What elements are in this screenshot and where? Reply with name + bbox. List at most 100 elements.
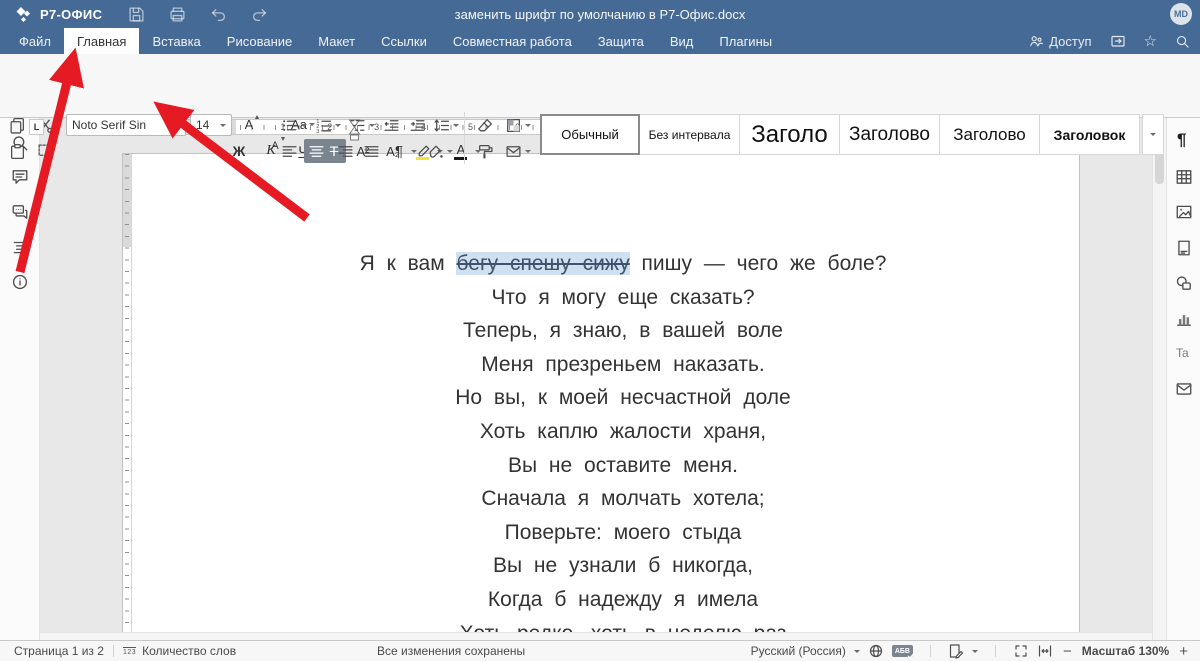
paragraph-settings-icon[interactable]: ¶ [1177,130,1186,150]
document-text[interactable]: Я к вам бегу спешу сижу пишу — чего же б… [235,247,1011,650]
page-color-dropdown[interactable] [524,114,532,136]
fit-width-icon[interactable] [1037,643,1053,659]
justify-icon [363,143,380,160]
doc-line: Что я могу еще сказать? [235,281,1011,315]
access-button[interactable]: Доступ [1029,34,1091,49]
mail-merge-dropdown[interactable] [524,140,532,162]
language-selector[interactable]: Русский (Россия) [751,644,846,658]
bold-button[interactable]: Ж [228,140,250,162]
fit-page-icon[interactable] [1013,643,1029,659]
tab-home[interactable]: Главная [64,28,139,54]
word-count-label[interactable]: Количество слов [142,644,236,658]
mail-merge-button[interactable] [502,140,524,162]
align-right-button[interactable] [334,140,356,162]
page-color-button[interactable] [502,114,524,136]
about-info-icon[interactable] [11,273,29,291]
chevron-down-icon [525,150,531,153]
decrease-indent-button[interactable] [380,114,402,136]
tab-view[interactable]: Вид [657,28,707,54]
app-name: Р7-ОФИС [40,7,102,22]
font-size-select[interactable]: 14 [190,114,232,136]
header-footer-settings-icon[interactable] [1175,239,1193,257]
style-heading2[interactable]: Заголово [840,114,940,155]
chat-icon[interactable] [11,203,29,221]
align-center-button[interactable] [304,139,328,163]
justify-button[interactable] [360,140,382,162]
align-left-icon [281,143,298,160]
doc-line: Меня презреньем наказать. [235,348,1011,382]
copy-button[interactable] [6,114,28,136]
tab-file[interactable]: Файл [6,28,64,54]
tab-collaboration[interactable]: Совместная работа [440,28,585,54]
doc-line: Вы не узнали б никогда, [235,549,1011,583]
numbered-list-dropdown[interactable] [334,114,342,136]
line-spacing-dropdown[interactable] [452,114,460,136]
spellcheck-button[interactable]: АБВ [892,645,913,657]
undo-icon[interactable] [210,6,227,23]
formatting-marks-dropdown[interactable] [410,140,418,162]
navigation-headings-icon[interactable] [11,238,29,256]
select-all-button[interactable] [34,140,56,162]
horizontal-scrollbar[interactable] [40,632,1152,640]
image-settings-icon[interactable] [1175,203,1193,221]
zoom-in-button[interactable]: + [1177,643,1190,660]
numbered-list-button[interactable]: 123 [312,114,334,136]
table-settings-icon[interactable] [1175,168,1193,186]
multilevel-list-button[interactable] [346,114,368,136]
document-page[interactable]: Я к вам бегу спешу сижу пишу — чего же б… [122,153,1080,640]
formatting-marks-button[interactable]: ¶ [388,140,410,162]
open-file-location-icon[interactable] [1110,33,1126,49]
paste-button[interactable] [6,140,28,162]
zoom-level[interactable]: Масштаб 130% [1082,644,1169,658]
save-icon[interactable] [128,6,145,23]
comments-icon[interactable] [11,168,29,186]
increase-font-size-button[interactable]: A [238,113,260,135]
style-heading1[interactable]: Заголо [740,114,840,155]
favorites-star-icon[interactable]: ☆ [1144,34,1157,49]
vertical-ruler[interactable] [123,154,132,640]
bullet-list-dropdown[interactable] [300,114,308,136]
set-language-globe-icon[interactable] [868,643,884,659]
shading-dropdown[interactable] [446,140,454,162]
tab-protection[interactable]: Защита [585,28,657,54]
copy-style-button[interactable] [474,140,496,162]
avatar[interactable]: MD [1170,3,1192,25]
textart-settings-icon[interactable]: Ta [1176,346,1189,360]
print-icon[interactable] [169,6,186,23]
shading-button[interactable] [424,140,446,162]
text-run: Теперь, я знаю, в вашей воле [463,319,783,342]
shape-settings-icon[interactable] [1175,274,1193,292]
tab-stop-selector[interactable]: L [29,119,44,135]
search-icon[interactable] [1175,34,1190,49]
mail-merge-settings-icon[interactable] [1175,380,1193,398]
line-spacing-button[interactable] [430,114,452,136]
tab-insert[interactable]: Вставка [139,28,213,54]
style-normal[interactable]: Обычный [540,114,640,155]
chart-settings-icon[interactable] [1175,310,1193,328]
tab-references[interactable]: Ссылки [368,28,440,54]
tab-plugins[interactable]: Плагины [706,28,785,54]
track-changes-icon[interactable] [948,643,964,659]
text-run: Когда б надежду я имела [488,588,758,611]
redo-icon[interactable] [251,6,268,23]
align-left-button[interactable] [278,140,300,162]
vertical-scrollbar[interactable] [1152,118,1166,640]
tab-draw[interactable]: Рисование [214,28,305,54]
style-heading3[interactable]: Заголово [940,114,1040,155]
style-gallery-more-button[interactable] [1142,114,1164,155]
zoom-out-button[interactable]: − [1061,643,1074,660]
tab-layout[interactable]: Макет [305,28,368,54]
style-heading4[interactable]: Заголовок [1040,114,1140,155]
track-changes-dropdown[interactable] [972,650,978,653]
align-right-icon [337,143,354,160]
clear-style-button[interactable] [474,114,496,136]
font-name-select[interactable]: Noto Serif Sin [66,114,186,136]
multilevel-list-dropdown[interactable] [368,114,376,136]
increase-indent-button[interactable] [406,114,428,136]
style-no-spacing[interactable]: Без интервала [640,114,740,155]
chevron-down-icon [335,124,341,127]
numbered-list-icon: 123 [315,117,332,134]
bullet-list-button[interactable] [278,114,300,136]
page-indicator[interactable]: Страница 1 из 2 [14,644,104,658]
envelope-icon [505,143,522,160]
